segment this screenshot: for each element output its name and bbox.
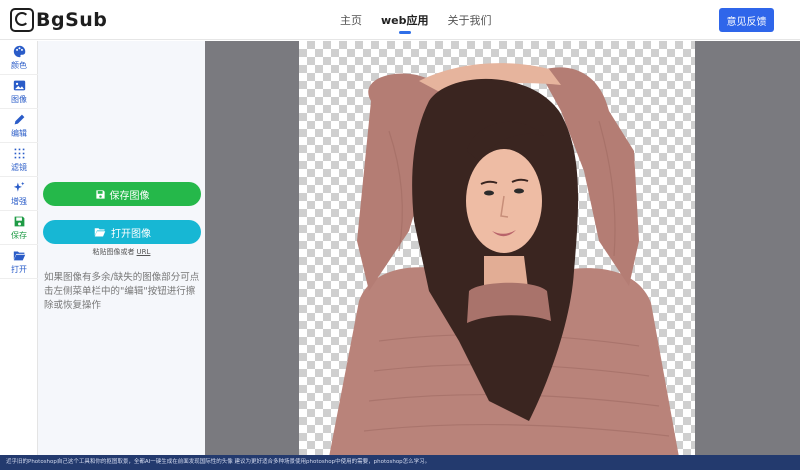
rail-item-color[interactable]: 颜色 xyxy=(0,41,38,75)
open-image-button[interactable]: 打开图像 xyxy=(43,220,201,244)
cutout-portrait-image xyxy=(329,63,679,457)
rail-label: 图像 xyxy=(11,94,27,104)
nav-item-home[interactable]: 主页 xyxy=(340,12,362,28)
top-header: BgSub 主页 web应用 关于我们 意见反馈 xyxy=(0,0,800,40)
rail-item-open[interactable]: 打开 xyxy=(0,245,38,279)
rail-label: 打开 xyxy=(11,264,27,274)
rail-item-image[interactable]: 图像 xyxy=(0,75,38,109)
rail-label: 保存 xyxy=(11,230,27,240)
rail-label: 滤镜 xyxy=(11,162,27,172)
logo-text: BgSub xyxy=(36,9,108,31)
app-logo[interactable]: BgSub xyxy=(10,8,107,32)
open-image-label: 打开图像 xyxy=(111,228,151,240)
save-image-label: 保存图像 xyxy=(109,190,150,202)
filter-icon xyxy=(14,148,24,158)
sparkle-icon xyxy=(13,181,24,192)
palette-icon xyxy=(13,45,25,57)
image-canvas[interactable] xyxy=(205,41,800,457)
nav-item-about[interactable]: 关于我们 xyxy=(448,12,492,28)
paste-hint: 粘贴图像或者 URL xyxy=(38,247,205,257)
main-nav: 主页 web应用 关于我们 xyxy=(340,0,511,40)
control-panel: 保存图像 打开图像 粘贴图像或者 URL 如果图像有多余/缺失的图像部分可点击左侧… xyxy=(38,41,205,470)
floppy-icon xyxy=(95,189,105,199)
help-text: 如果图像有多余/缺失的图像部分可点击左侧菜单栏中的"编辑"按钮进行擦除或恢复操作 xyxy=(44,272,200,311)
logo-mark-icon xyxy=(10,8,34,32)
image-icon xyxy=(13,80,25,90)
rail-item-save[interactable]: 保存 xyxy=(0,211,38,245)
tool-rail: 颜色 图像 编辑 滤镜 增强 保存 打开 xyxy=(0,41,38,470)
bottom-banner: 近乎旧的Photoshop自己这个工具和你的抠图取景，全都AI一键生成在前面发现… xyxy=(0,455,800,470)
rail-item-edit[interactable]: 编辑 xyxy=(0,109,38,143)
rail-label: 增强 xyxy=(11,196,27,206)
pencil-icon xyxy=(14,114,24,124)
feedback-button[interactable]: 意见反馈 xyxy=(719,8,774,32)
floppy-icon xyxy=(14,216,24,226)
rail-label: 颜色 xyxy=(11,60,27,70)
paste-url-link[interactable]: URL xyxy=(137,248,151,256)
rail-item-filter[interactable]: 滤镜 xyxy=(0,143,38,177)
rail-item-enhance[interactable]: 增强 xyxy=(0,177,38,211)
nav-item-web-app[interactable]: web应用 xyxy=(381,12,429,34)
save-image-button[interactable]: 保存图像 xyxy=(43,182,201,206)
folder-open-icon xyxy=(13,250,25,260)
folder-open-icon xyxy=(94,228,106,237)
rail-label: 编辑 xyxy=(11,128,27,138)
paste-hint-text: 粘贴图像或者 xyxy=(92,248,135,256)
transparency-checkerboard xyxy=(299,41,695,457)
